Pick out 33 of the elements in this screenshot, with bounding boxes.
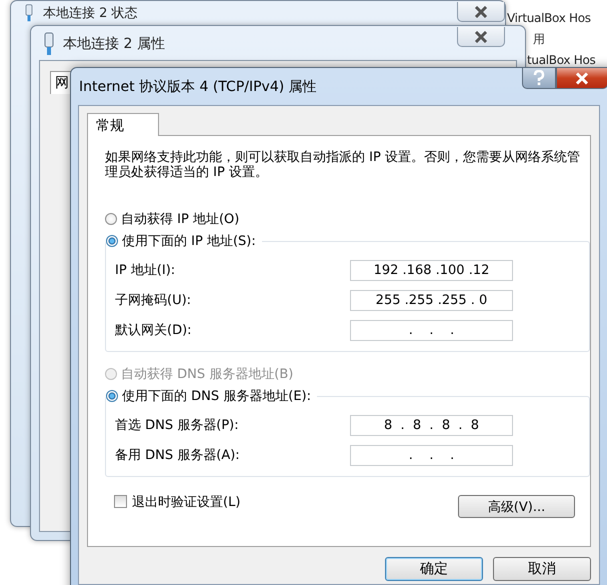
close-button[interactable] — [457, 2, 505, 22]
help-button[interactable] — [522, 68, 556, 89]
close-icon — [474, 30, 488, 42]
network-adapter-icon — [43, 32, 55, 56]
close-icon — [474, 6, 488, 18]
field-label: 首选 DNS 服务器(P): — [115, 417, 239, 434]
close-icon — [574, 72, 590, 84]
ip-address-field[interactable]: 8 . 8 . 8 . 8 — [350, 414, 513, 436]
field-label: IP 地址(I): — [115, 262, 176, 279]
help-icon — [533, 70, 545, 86]
window-title: 本地连接 2 属性 — [63, 35, 165, 53]
window-title: Internet 协议版本 4 (TCP/IPv4) 属性 — [78, 78, 317, 96]
radio-option[interactable]: 自动获得 IP 地址(O) — [105, 209, 590, 229]
checkbox[interactable]: 退出时验证设置(L) — [114, 492, 240, 510]
ip-address-field[interactable]: 255 .255 .255 . 0 — [350, 290, 513, 310]
description-text: 如果网络支持此功能，则可以获取自动指派的 IP 设置。否则，您需要从网络系统管理员处获得适当的 IP 设置。 — [105, 150, 581, 180]
field-label: 子网掩码(U): — [115, 292, 192, 309]
advanced-button[interactable]: 高级(V)... — [458, 495, 575, 518]
window-title: 本地连接 2 状态 — [43, 5, 138, 22]
ip-address-field[interactable]: . . . — [350, 444, 513, 466]
adapter-status: 用 — [533, 31, 545, 48]
ip-address-field[interactable]: . . . — [350, 320, 513, 340]
network-adapter-icon — [23, 4, 35, 22]
field-label: 默认网关(D): — [115, 322, 192, 339]
adapter-name: tualBox Hos — [527, 53, 596, 67]
close-button[interactable] — [556, 68, 607, 89]
adapter-name: VirtualBox Hos — [507, 11, 591, 25]
dialog-button[interactable]: 取消 — [493, 557, 591, 581]
tab[interactable]: 常规 — [87, 113, 159, 136]
field-label: 备用 DNS 服务器(A): — [115, 447, 240, 464]
ip-address-field[interactable]: 192 .168 .100 .12 — [350, 260, 513, 280]
dialog-button[interactable]: 确定 — [385, 557, 483, 581]
close-button[interactable] — [457, 27, 505, 47]
